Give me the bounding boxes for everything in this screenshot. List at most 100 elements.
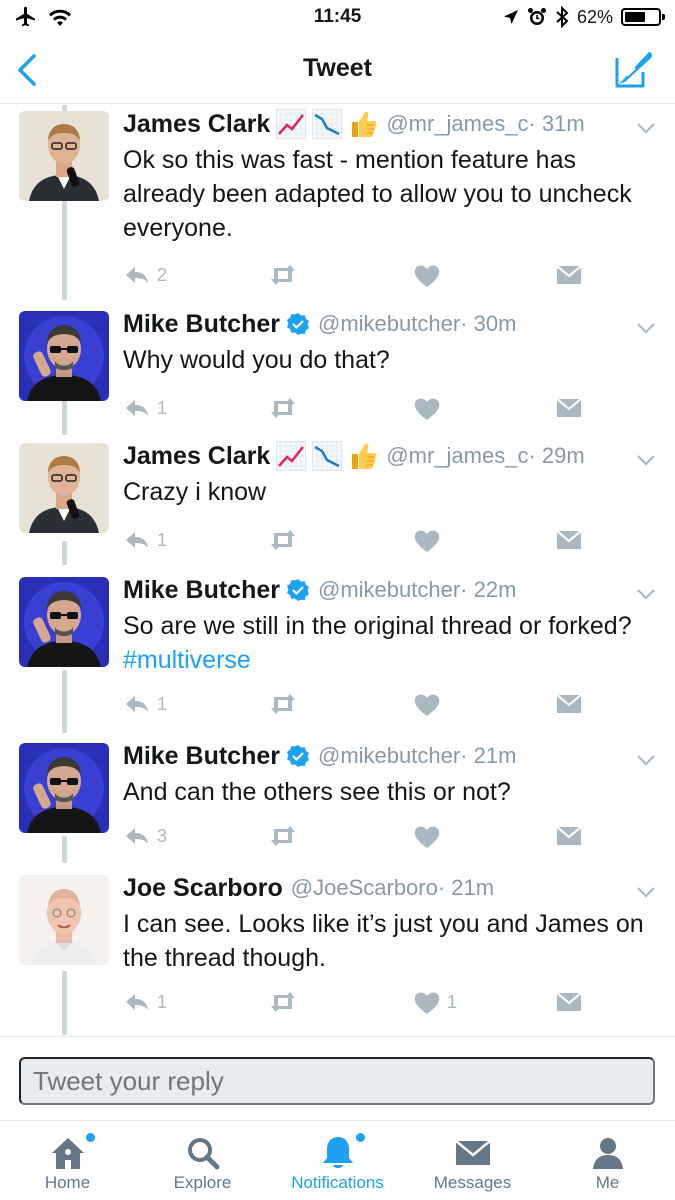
tweet-header: James Clark @mr_james_c · 31m bbox=[123, 107, 655, 141]
tweet[interactable]: Mike Butcher @mikebutcher · 21m And can th… bbox=[0, 737, 675, 861]
tab-notifications[interactable]: Notifications bbox=[270, 1121, 405, 1200]
like-button[interactable] bbox=[413, 525, 441, 555]
alarm-icon bbox=[527, 8, 546, 25]
direct-message-button[interactable] bbox=[555, 393, 583, 423]
home-icon bbox=[51, 1138, 84, 1169]
chart-decreasing-emoji-icon bbox=[312, 109, 343, 139]
chevron-down-icon[interactable] bbox=[635, 881, 657, 903]
author-handle[interactable]: @mikebutcher bbox=[318, 743, 460, 769]
tweet-time: · 21m bbox=[437, 875, 495, 900]
reply-input[interactable] bbox=[19, 1057, 655, 1105]
like-button[interactable] bbox=[413, 393, 441, 423]
avatar[interactable] bbox=[19, 111, 109, 201]
author-name[interactable]: Mike Butcher bbox=[123, 310, 280, 339]
tweet[interactable]: Joe Scarboro @JoeScarboro · 21m I can see.… bbox=[0, 869, 675, 1027]
tab-me[interactable]: Me bbox=[540, 1121, 675, 1200]
compose-tweet-icon[interactable] bbox=[613, 48, 655, 90]
tab-label: Me bbox=[595, 1173, 620, 1192]
tweet-text-body: So are we still in the original thread o… bbox=[123, 612, 632, 640]
retweet-button[interactable] bbox=[268, 821, 298, 851]
thumbs-up-emoji-icon bbox=[352, 443, 377, 469]
like-button[interactable]: 1 bbox=[413, 987, 457, 1017]
avatar[interactable] bbox=[19, 875, 109, 965]
tweet-time: · 31m bbox=[528, 111, 585, 136]
retweet-button[interactable] bbox=[268, 525, 298, 555]
reply-count: 2 bbox=[157, 264, 168, 285]
like-button[interactable] bbox=[413, 821, 441, 851]
author-name[interactable]: Mike Butcher bbox=[123, 576, 280, 605]
tweet-actions: 2 bbox=[123, 260, 583, 290]
author-name[interactable]: Mike Butcher bbox=[123, 742, 280, 771]
avatar[interactable] bbox=[19, 743, 109, 833]
chevron-down-icon[interactable] bbox=[635, 117, 657, 139]
tweet[interactable]: Mike Butcher @mikebutcher · 22m So are we … bbox=[0, 571, 675, 729]
reply-icon bbox=[126, 828, 148, 844]
tweet[interactable]: James Clark @mr_james_c · 29m Crazy i know… bbox=[0, 437, 675, 565]
like-button[interactable] bbox=[413, 260, 441, 290]
direct-message-button[interactable] bbox=[555, 525, 583, 555]
reply-button[interactable]: 1 bbox=[123, 393, 167, 423]
author-handle[interactable]: @mikebutcher bbox=[318, 577, 460, 603]
avatar[interactable] bbox=[19, 311, 109, 401]
tweet-body: Joe Scarboro @JoeScarboro · 21m I can see.… bbox=[123, 871, 655, 975]
heart-icon bbox=[414, 265, 440, 287]
avatar-image bbox=[19, 577, 109, 667]
tweet-header: Mike Butcher @mikebutcher · 22m bbox=[123, 573, 655, 607]
tab-explore[interactable]: Explore bbox=[135, 1121, 270, 1200]
like-button[interactable] bbox=[413, 689, 441, 719]
envelope-icon bbox=[454, 1140, 491, 1165]
author-handle[interactable]: @JoeScarboro bbox=[291, 875, 438, 901]
author-name[interactable]: James Clark bbox=[123, 442, 270, 471]
envelope-icon bbox=[556, 826, 582, 845]
tweet[interactable]: James Clark @mr_james_c · 31m Ok so this w… bbox=[0, 105, 675, 300]
retweet-icon bbox=[271, 265, 295, 285]
author-name[interactable]: James Clark bbox=[123, 110, 270, 139]
reply-button[interactable]: 1 bbox=[123, 689, 167, 719]
chart-decreasing-emoji-icon bbox=[312, 441, 343, 471]
tweet[interactable]: Mike Butcher @mikebutcher · 30m Why would … bbox=[0, 305, 675, 433]
tab-label: Explore bbox=[173, 1173, 232, 1192]
status-bar: 11:45 62% bbox=[0, 0, 675, 36]
notification-dot bbox=[355, 1133, 365, 1142]
reply-button[interactable]: 1 bbox=[123, 525, 167, 555]
reply-icon bbox=[126, 994, 148, 1010]
avatar[interactable] bbox=[19, 443, 109, 533]
tab-messages[interactable]: Messages bbox=[405, 1121, 540, 1200]
chevron-down-icon[interactable] bbox=[635, 449, 657, 471]
retweet-button[interactable] bbox=[268, 393, 298, 423]
tab-home[interactable]: Home bbox=[0, 1121, 135, 1200]
hashtag-link[interactable]: #multiverse bbox=[123, 646, 251, 674]
author-name[interactable]: Joe Scarboro bbox=[123, 874, 283, 903]
author-handle[interactable]: @mr_james_c bbox=[386, 443, 528, 469]
tweet-text: Ok so this was fast - mention feature ha… bbox=[123, 143, 655, 245]
avatar-image bbox=[19, 311, 109, 401]
direct-message-button[interactable] bbox=[555, 821, 583, 851]
reply-button[interactable]: 3 bbox=[123, 821, 167, 851]
chevron-down-icon[interactable] bbox=[635, 749, 657, 771]
bluetooth-icon bbox=[556, 6, 569, 28]
heart-icon bbox=[414, 398, 440, 420]
direct-message-button[interactable] bbox=[555, 260, 583, 290]
person-icon bbox=[592, 1138, 623, 1169]
reply-count: 1 bbox=[157, 529, 168, 550]
reply-count: 1 bbox=[157, 693, 168, 714]
reply-button[interactable]: 1 bbox=[123, 987, 167, 1017]
chevron-down-icon[interactable] bbox=[635, 317, 657, 339]
chevron-down-icon[interactable] bbox=[635, 583, 657, 605]
retweet-button[interactable] bbox=[268, 689, 298, 719]
direct-message-button[interactable] bbox=[555, 987, 583, 1017]
tweet-text-body: Ok so this was fast - mention feature ha… bbox=[123, 146, 632, 242]
author-handle[interactable]: @mr_james_c bbox=[386, 111, 528, 137]
thumbs-up-emoji-icon bbox=[352, 111, 377, 137]
direct-message-button[interactable] bbox=[555, 689, 583, 719]
envelope-icon bbox=[556, 398, 582, 417]
tweet-time: · 29m bbox=[528, 443, 585, 468]
reply-button[interactable]: 2 bbox=[123, 260, 167, 290]
author-handle[interactable]: @mikebutcher bbox=[318, 311, 460, 337]
retweet-button[interactable] bbox=[268, 987, 298, 1017]
location-arrow-icon bbox=[503, 10, 518, 24]
tweet-header: Joe Scarboro @JoeScarboro · 21m bbox=[123, 871, 655, 905]
avatar[interactable] bbox=[19, 577, 109, 667]
retweet-button[interactable] bbox=[268, 260, 298, 290]
bell-icon bbox=[322, 1137, 353, 1168]
